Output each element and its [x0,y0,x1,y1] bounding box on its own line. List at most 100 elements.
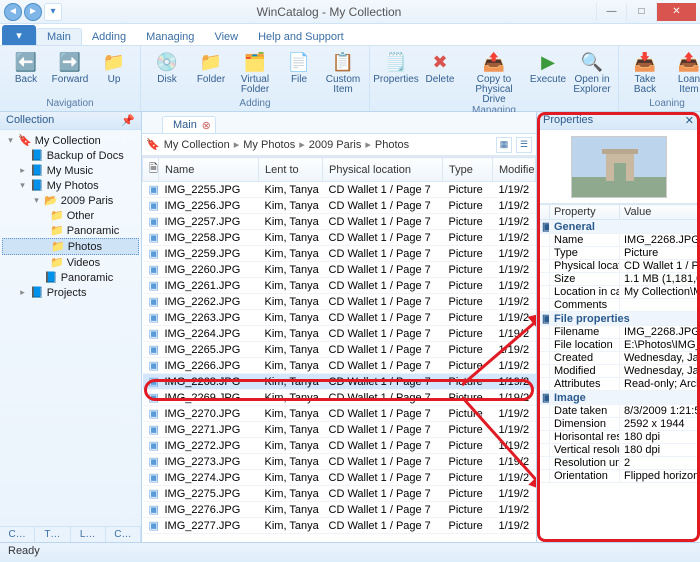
col-lent[interactable]: Lent to [259,158,323,182]
cell-name[interactable]: IMG_2259.JPG [159,246,259,262]
cell-location[interactable]: CD Wallet 1 / Page 7 [323,470,443,486]
cell-name[interactable]: IMG_2257.JPG [159,214,259,230]
cell-location[interactable]: CD Wallet 1 / Page 7 [323,374,443,390]
cell-lent[interactable]: Kim, Tanya [259,422,323,438]
forward-nav-icon[interactable]: ► [24,3,42,21]
tree-other[interactable]: Other [67,210,95,222]
cell-type[interactable]: Picture [443,182,493,198]
cell-lent[interactable]: Kim, Tanya [259,278,323,294]
cell-name[interactable]: IMG_2273.JPG [159,454,259,470]
table-row[interactable]: ▣ IMG_2257.JPG Kim, Tanya CD Wallet 1 / … [143,214,536,230]
cell-type[interactable]: Picture [443,518,493,534]
cell-location[interactable]: CD Wallet 1 / Page 7 [323,278,443,294]
cell-name[interactable]: IMG_2264.JPG [159,326,259,342]
cell-location[interactable]: CD Wallet 1 / Page 7 [323,214,443,230]
val-modified[interactable]: Wednesday, Janua… [620,365,700,378]
tree-music[interactable]: My Music [47,165,93,177]
cell-name[interactable]: IMG_2270.JPG [159,406,259,422]
cell-modified[interactable]: 1/19/2 [493,214,536,230]
doc-tab-main[interactable]: Main ⊗ [162,116,216,133]
table-row[interactable]: ▣ IMG_2270.JPG Kim, Tanya CD Wallet 1 / … [143,406,536,422]
tab-view[interactable]: View [204,29,248,45]
val-hres[interactable]: 180 dpi [620,431,700,444]
cell-modified[interactable]: 1/19/2 [493,486,536,502]
val-attributes[interactable]: Read-only; Archive [620,378,700,391]
cell-lent[interactable]: Kim, Tanya [259,294,323,310]
cell-lent[interactable]: Kim, Tanya [259,246,323,262]
cell-lent[interactable]: Kim, Tanya [259,454,323,470]
bc-leaf[interactable]: Photos [375,139,409,151]
close-button[interactable]: ✕ [656,3,696,21]
cell-name[interactable]: IMG_2269.JPG [159,390,259,406]
cell-type[interactable]: Picture [443,486,493,502]
cell-lent[interactable]: Kim, Tanya [259,406,323,422]
cell-lent[interactable]: Kim, Tanya [259,470,323,486]
collection-tree[interactable]: ▾🔖My Collection 📘Backup of Docs ▸📘My Mus… [0,130,141,526]
file-tab[interactable]: ▾ [2,25,36,45]
view-details-icon[interactable]: ☰ [516,137,532,153]
cell-name[interactable]: IMG_2258.JPG [159,230,259,246]
cell-location[interactable]: CD Wallet 1 / Page 7 [323,262,443,278]
cell-lent[interactable]: Kim, Tanya [259,182,323,198]
cell-name[interactable]: IMG_2256.JPG [159,198,259,214]
recent-icon[interactable]: ▾ [44,3,62,21]
cell-location[interactable]: CD Wallet 1 / Page 7 [323,358,443,374]
cell-modified[interactable]: 1/19/2 [493,502,536,518]
properties-button[interactable]: 🗒️Properties [376,48,416,105]
cell-lent[interactable]: Kim, Tanya [259,310,323,326]
cell-type[interactable]: Picture [443,406,493,422]
tree-videos[interactable]: Videos [67,257,100,269]
cell-type[interactable]: Picture [443,230,493,246]
back-nav-icon[interactable]: ◄ [4,3,22,21]
cell-lent[interactable]: Kim, Tanya [259,518,323,534]
cell-type[interactable]: Picture [443,198,493,214]
cell-name[interactable]: IMG_2276.JPG [159,502,259,518]
col-property[interactable]: Property [550,205,620,220]
cell-lent[interactable]: Kim, Tanya [259,198,323,214]
cell-location[interactable]: CD Wallet 1 / Page 7 [323,342,443,358]
table-row[interactable]: ▣ IMG_2256.JPG Kim, Tanya CD Wallet 1 / … [143,198,536,214]
col-modified[interactable]: Modifie [493,158,536,182]
col-icon[interactable]: 🗎 [143,158,159,182]
cell-type[interactable]: Picture [443,390,493,406]
col-location[interactable]: Physical location [323,158,443,182]
val-comments[interactable] [620,299,700,312]
file-grid[interactable]: 🗎 Name Lent to Physical location Type Mo… [142,156,536,542]
cell-name[interactable]: IMG_2260.JPG [159,262,259,278]
cell-type[interactable]: Picture [443,374,493,390]
cell-name[interactable]: IMG_2261.JPG [159,278,259,294]
cell-location[interactable]: CD Wallet 1 / Page 7 [323,502,443,518]
cell-name[interactable]: IMG_2275.JPG [159,486,259,502]
cell-location[interactable]: CD Wallet 1 / Page 7 [323,182,443,198]
add-virtual-folder-button[interactable]: 🗂️Virtual Folder [235,48,275,95]
table-row[interactable]: ▣ IMG_2260.JPG Kim, Tanya CD Wallet 1 / … [143,262,536,278]
table-row[interactable]: ▣ IMG_2275.JPG Kim, Tanya CD Wallet 1 / … [143,486,536,502]
cell-modified[interactable]: 1/19/2 [493,342,536,358]
table-row[interactable]: ▣ IMG_2255.JPG Kim, Tanya CD Wallet 1 / … [143,182,536,198]
cell-type[interactable]: Picture [443,502,493,518]
cell-lent[interactable]: Kim, Tanya [259,262,323,278]
take-back-button[interactable]: 📥Take Back [625,48,665,95]
val-vres[interactable]: 180 dpi [620,444,700,457]
sidebar-tab-tags[interactable]: T… [35,527,70,542]
cell-type[interactable]: Picture [443,422,493,438]
sidebar-tab-locations[interactable]: L… [71,527,106,542]
minimize-button[interactable]: — [596,3,626,21]
table-row[interactable]: ▣ IMG_2271.JPG Kim, Tanya CD Wallet 1 / … [143,422,536,438]
val-physical-location[interactable]: CD Wallet 1 / Page 7 [620,260,700,273]
cell-type[interactable]: Picture [443,294,493,310]
tree-root[interactable]: My Collection [35,135,101,147]
cell-name[interactable]: IMG_2277.JPG [159,518,259,534]
cell-lent[interactable]: Kim, Tanya [259,214,323,230]
cell-type[interactable]: Picture [443,262,493,278]
cat-image[interactable]: Image [550,391,700,405]
cell-location[interactable]: CD Wallet 1 / Page 7 [323,326,443,342]
cell-name[interactable]: IMG_2268.JPG [159,374,259,390]
tab-managing[interactable]: Managing [136,29,204,45]
cell-location[interactable]: CD Wallet 1 / Page 7 [323,246,443,262]
execute-button[interactable]: ▶Execute [528,48,568,105]
cell-modified[interactable]: 1/19/2 [493,246,536,262]
tab-close-icon[interactable]: ⊗ [202,119,211,132]
val-type[interactable]: Picture [620,247,700,260]
tree-paris[interactable]: 2009 Paris [61,195,114,207]
